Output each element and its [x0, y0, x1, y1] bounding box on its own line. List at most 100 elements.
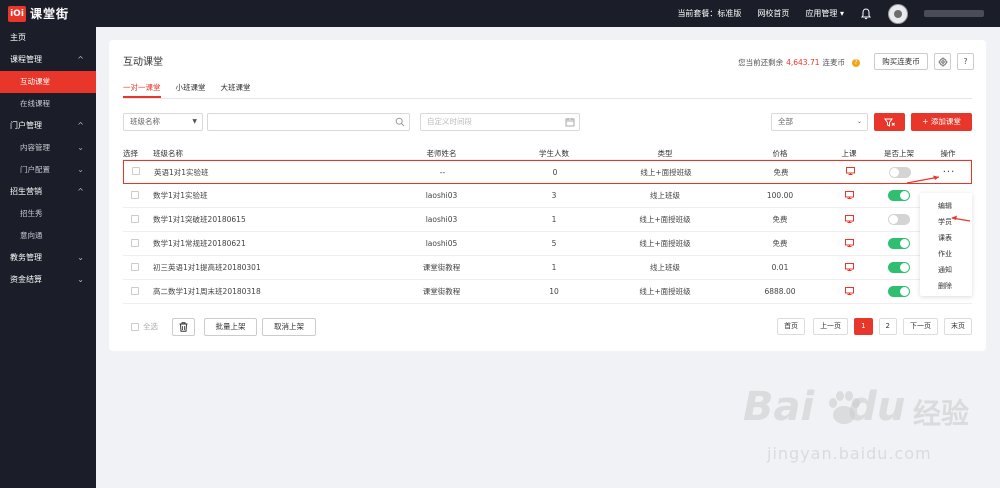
- delete-button[interactable]: [172, 318, 195, 336]
- sidebar-item-label: 门户管理: [10, 121, 42, 130]
- class-name-select[interactable]: 班级名称 ▼: [123, 113, 203, 131]
- sidebar-item-content-manage[interactable]: 内容管理 ⌄: [0, 137, 96, 159]
- toggle-knob: [900, 287, 909, 296]
- class-type: 线上+面授班级: [639, 215, 691, 224]
- filter-button[interactable]: [874, 113, 905, 131]
- sidebar-item-portal-manage[interactable]: 门户管理 ^: [0, 115, 96, 137]
- toggle-knob: [900, 239, 909, 248]
- student-count: 3: [551, 191, 557, 200]
- listed-toggle[interactable]: [888, 262, 910, 273]
- monitor-icon[interactable]: [844, 190, 854, 199]
- row-checkbox[interactable]: [131, 214, 139, 223]
- bell-icon[interactable]: [860, 7, 872, 20]
- class-type: 线上班级: [650, 191, 680, 200]
- sidebar-item-academic-manage[interactable]: 教务管理 ⌄: [0, 247, 96, 269]
- student-count: 1: [551, 215, 557, 224]
- tab-small-class[interactable]: 小班课堂: [176, 80, 206, 98]
- class-name[interactable]: 数学1对1常规班20180621: [149, 238, 369, 249]
- monitor-icon[interactable]: [844, 214, 854, 223]
- sidebar-item-intent-link[interactable]: 意向通: [0, 225, 96, 247]
- school-home-link[interactable]: 网校首页: [757, 8, 789, 19]
- help-icon[interactable]: ?: [852, 58, 860, 67]
- pager-next[interactable]: 下一页: [903, 318, 938, 335]
- chevron-down-icon: ⌄: [77, 165, 84, 174]
- select-all[interactable]: 全选: [131, 321, 158, 332]
- logo-icon: iOi: [8, 5, 26, 22]
- row-checkbox[interactable]: [131, 190, 139, 199]
- action-delete[interactable]: 删除: [920, 278, 972, 294]
- bottom-toolbar: 全选 批量上架 取消上架 首页 上一页 1 2 下一页 末页: [123, 318, 972, 336]
- sidebar-item-portal-config[interactable]: 门户配置 ⌄: [0, 159, 96, 181]
- teacher-name: --: [439, 167, 446, 177]
- listed-cell: [874, 190, 924, 201]
- listed-toggle[interactable]: [888, 238, 910, 249]
- current-plan: 当前套餐：标准版: [677, 9, 742, 18]
- pager-first[interactable]: 首页: [777, 318, 806, 335]
- row-checkbox[interactable]: [131, 262, 139, 271]
- sidebar-item-enroll-show[interactable]: 招生秀: [0, 203, 96, 225]
- monitor-icon[interactable]: [844, 262, 854, 271]
- tab-one-on-one[interactable]: 一对一课堂: [123, 80, 161, 98]
- monitor-icon[interactable]: [845, 167, 855, 175]
- table-row: 英语1对1实验班 -- 0 线上+面授班级 免费 ···: [123, 160, 972, 184]
- calendar-icon: [565, 118, 575, 127]
- listed-toggle[interactable]: [888, 214, 910, 225]
- batch-list-button[interactable]: 批量上架: [204, 318, 257, 336]
- sidebar-item-course-manage[interactable]: 课程管理 ^: [0, 49, 96, 71]
- username-blurred[interactable]: [924, 10, 984, 17]
- action-edit[interactable]: 编辑: [920, 198, 972, 214]
- search-input[interactable]: [207, 113, 410, 131]
- class-name[interactable]: 数学1对1突破班20180615: [149, 214, 369, 225]
- sidebar-item-home[interactable]: 主页: [0, 27, 96, 49]
- sidebar-item-label: 主页: [10, 33, 26, 42]
- main-card: 互动课堂 您当前还剩余 4,643.71 连麦币 ? 购买连麦币 ? 一对一课堂…: [109, 40, 986, 351]
- help-button[interactable]: ?: [957, 53, 974, 70]
- chevron-down-icon: ⌄: [77, 275, 84, 284]
- pager-page-2[interactable]: 2: [878, 318, 897, 335]
- row-checkbox[interactable]: [132, 167, 140, 175]
- date-range-input[interactable]: 自定义时间段: [420, 113, 580, 131]
- teacher-name: laoshi03: [425, 215, 458, 224]
- pager-page-1[interactable]: 1: [854, 318, 873, 335]
- pager-last[interactable]: 末页: [944, 318, 972, 335]
- sidebar-item-fund-settlement[interactable]: 资金结算 ⌄: [0, 269, 96, 291]
- monitor-icon[interactable]: [844, 286, 854, 295]
- toggle-knob: [889, 215, 898, 224]
- monitor-icon[interactable]: [844, 238, 854, 247]
- buy-coins-button[interactable]: 购买连麦币: [874, 53, 928, 70]
- pagination: 首页 上一页 1 2 下一页 末页: [777, 318, 972, 335]
- table-header: 选择 班级名称 老师姓名 学生人数 类型 价格 上课 是否上架 操作: [123, 148, 972, 160]
- class-name[interactable]: 初三英语1对1提高班20180301: [149, 262, 369, 273]
- tab-large-class[interactable]: 大班课堂: [221, 80, 251, 98]
- class-name[interactable]: 高二数学1对1周末班20180318: [149, 286, 369, 297]
- action-notify[interactable]: 通知: [920, 262, 972, 278]
- sidebar-item-enrollment-marketing[interactable]: 招生营销 ^: [0, 181, 96, 203]
- action-homework[interactable]: 作业: [920, 246, 972, 262]
- listed-toggle[interactable]: [888, 286, 910, 297]
- cancel-list-button[interactable]: 取消上架: [262, 318, 316, 336]
- watermark-brand: Bai: [743, 384, 815, 430]
- class-price: 0.01: [771, 263, 789, 272]
- listed-toggle[interactable]: [888, 190, 910, 201]
- app-manage-menu[interactable]: 应用管理 ▾: [805, 8, 844, 19]
- action-schedule[interactable]: 课表: [920, 230, 972, 246]
- sidebar-item-interactive-class[interactable]: 互动课堂: [0, 71, 96, 93]
- row-select-cell: [124, 167, 150, 177]
- status-select[interactable]: 全部 ⌄: [771, 113, 868, 131]
- avatar[interactable]: [888, 3, 908, 24]
- class-name[interactable]: 英语1对1实验班: [150, 167, 370, 178]
- teacher-name: 课堂街教程: [422, 263, 461, 272]
- class-name[interactable]: 数学1对1实验班: [149, 190, 369, 201]
- listed-cell: [874, 262, 924, 273]
- sidebar-item-label: 在线课程: [20, 99, 50, 108]
- pager-prev[interactable]: 上一页: [813, 318, 849, 335]
- row-checkbox[interactable]: [131, 286, 139, 295]
- sidebar-item-online-course[interactable]: 在线课程: [0, 93, 96, 115]
- logo[interactable]: iOi 课堂街: [8, 5, 69, 22]
- row-checkbox[interactable]: [131, 238, 139, 247]
- select-all-checkbox[interactable]: [131, 322, 139, 331]
- class-type: 线上+面授班级: [640, 167, 692, 177]
- add-class-button[interactable]: + 添加课堂: [911, 113, 972, 131]
- settings-button[interactable]: [934, 53, 951, 70]
- trash-icon: [179, 322, 188, 332]
